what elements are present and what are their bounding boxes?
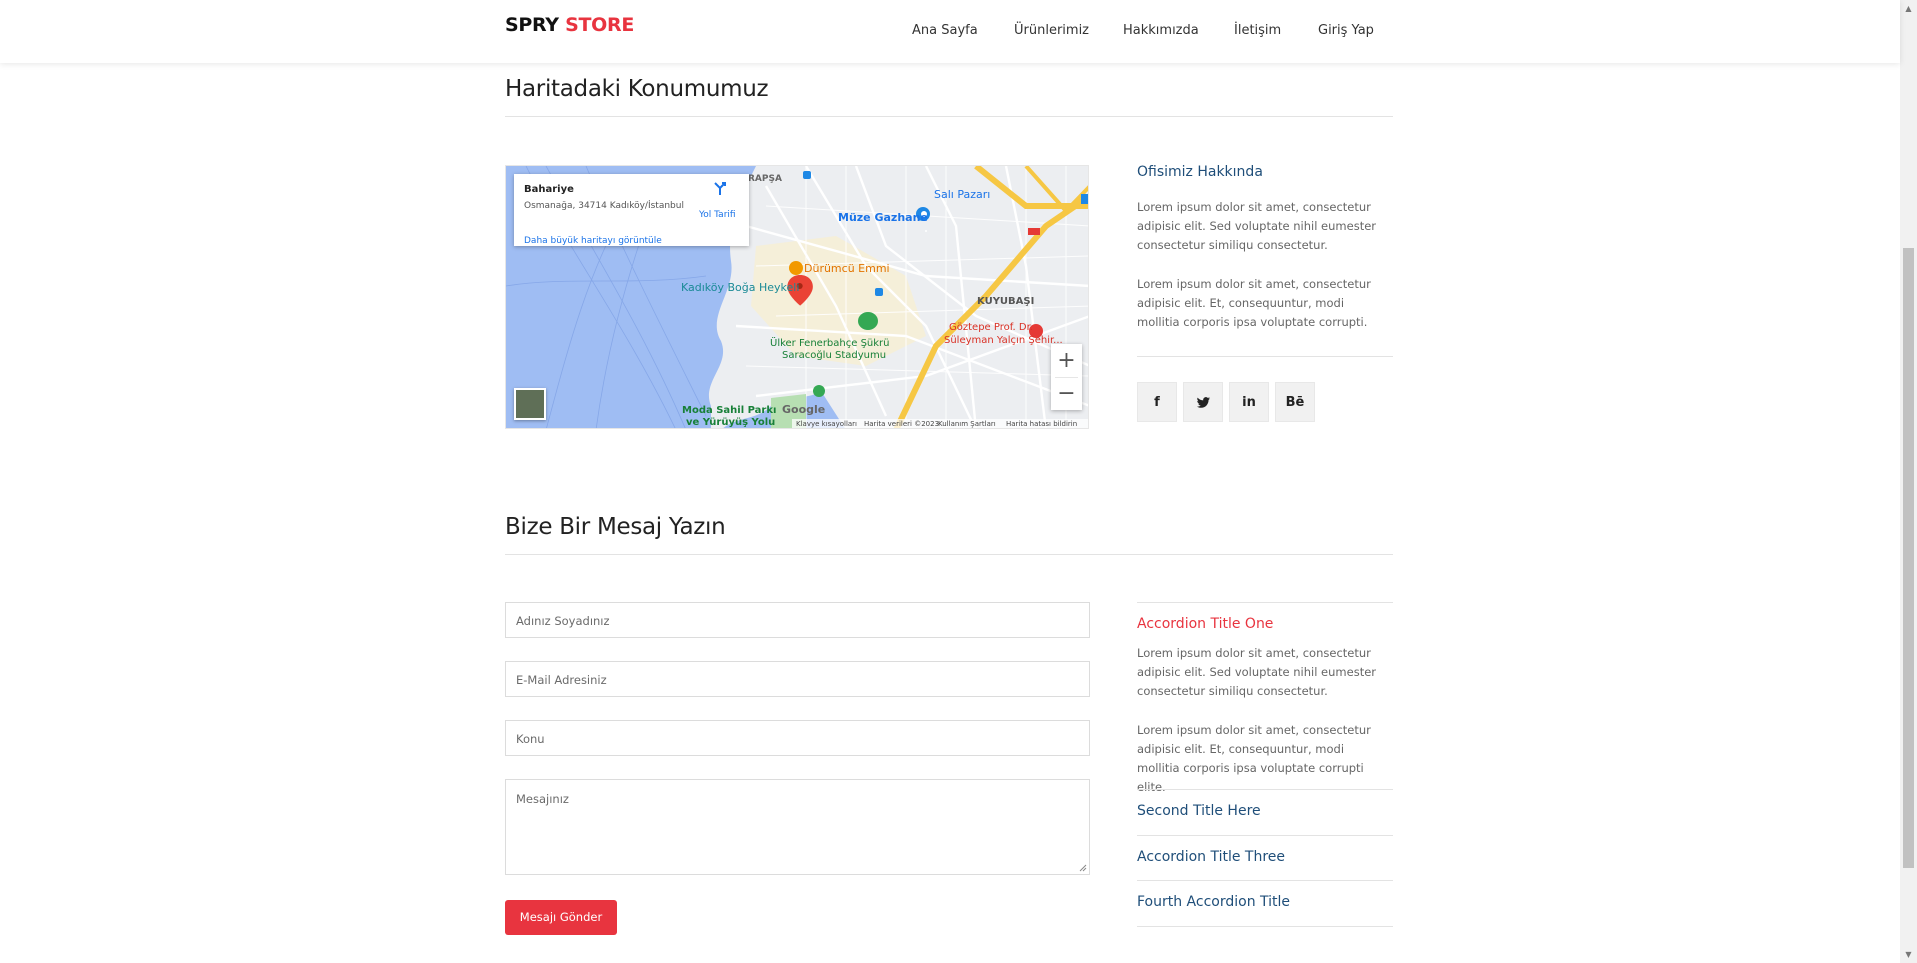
office-paragraph-1: Lorem ipsum dolor sit amet, consectetur … <box>1137 200 1377 252</box>
message-placeholder: Mesajınız <box>516 792 569 806</box>
name-field[interactable]: Adınız Soyadınız <box>505 602 1090 638</box>
directions-link[interactable]: Yol Tarifi <box>699 210 736 220</box>
nav-item-about[interactable]: Hakkımızda <box>1123 23 1199 38</box>
facebook-icon[interactable]: f <box>1137 382 1177 422</box>
subject-field[interactable]: Konu <box>505 720 1090 756</box>
nav-item-home[interactable]: Ana Sayfa <box>912 23 978 38</box>
map-footer: Klavye kısayolları Harita verileri ©2023… <box>792 419 1088 428</box>
office-title: Ofisimiz Hakkında <box>1137 164 1263 180</box>
accordion-divider <box>1137 602 1393 603</box>
nav-item-login[interactable]: Giriş Yap <box>1318 23 1374 38</box>
map-address: Osmanağa, 34714 Kadıköy/İstanbul <box>524 201 684 211</box>
site-header: SPRY STORE Ana Sayfa Ürünlerimiz Hakkımı… <box>0 0 1900 63</box>
map-zoom-control: + − <box>1051 344 1082 410</box>
divider <box>1137 356 1393 357</box>
accordion-title-1[interactable]: Accordion Title One <box>1137 616 1273 632</box>
email-field[interactable]: E-Mail Adresiniz <box>505 661 1090 697</box>
map-label-durumcu: Dürümcü Emmi <box>804 262 890 275</box>
map-label-stadium: Ülker Fenerbahçe Şükrü <box>770 336 890 349</box>
scroll-up-arrow-icon[interactable]: ▲ <box>1900 0 1917 17</box>
map-section-title: Haritadaki Konumumuz <box>505 76 769 102</box>
accordion-divider <box>1137 880 1393 881</box>
contact-section-title: Bize Bir Mesaj Yazın <box>505 514 726 540</box>
accordion-1-paragraph-1: Lorem ipsum dolor sit amet, consectetur … <box>1137 646 1377 698</box>
office-paragraph-2: Lorem ipsum dolor sit amet, consectetur … <box>1137 277 1371 329</box>
accordion-title-4[interactable]: Fourth Accordion Title <box>1137 894 1290 910</box>
map-footer-terms[interactable]: Kullanım Şartları <box>938 420 996 428</box>
map-label-boga: Kadıköy Boğa Heykeli <box>681 281 799 294</box>
map-footer-data: Harita verileri ©2023 <box>864 420 940 428</box>
map-label-goztepe: Göztepe Prof. Dr. <box>949 322 1033 333</box>
map-label-sali-pazari: Salı Pazarı <box>934 188 990 201</box>
scroll-down-arrow-icon[interactable]: ▼ <box>1900 946 1917 963</box>
map-label-gazhane: Müze Gazhane <box>838 211 928 224</box>
send-message-button[interactable]: Mesajı Gönder <box>505 900 617 935</box>
accordion-title-3[interactable]: Accordion Title Three <box>1137 849 1285 865</box>
accordion-title-2[interactable]: Second Title Here <box>1137 803 1261 819</box>
divider <box>505 116 1393 117</box>
google-logo: Google <box>782 403 826 416</box>
map-footer-report[interactable]: Harita hatası bildirin <box>1006 420 1077 428</box>
twitter-icon[interactable] <box>1183 382 1223 422</box>
map-label-kuyubasi: KUYUBAŞI <box>977 296 1034 307</box>
resize-handle-icon[interactable] <box>1079 864 1087 872</box>
map-label-stadium-2: Saracoğlu Stadyumu <box>782 349 886 361</box>
map-place-name: Bahariye <box>524 184 574 195</box>
email-placeholder: E-Mail Adresiniz <box>516 673 607 687</box>
subject-placeholder: Konu <box>516 732 545 746</box>
scrollbar-thumb[interactable] <box>1903 248 1914 868</box>
logo-part-1: SPRY <box>505 14 559 36</box>
map-label-rapsa: RAPŞA <box>748 174 782 184</box>
accordion-divider <box>1137 789 1393 790</box>
map-label-goztepe-2: Süleyman Yalçın Şehir... <box>944 335 1063 346</box>
directions-icon[interactable] <box>712 180 728 196</box>
zoom-in-button[interactable]: + <box>1051 344 1082 377</box>
message-textarea[interactable]: Mesajınız <box>505 779 1090 875</box>
map-label-moda-2: ve Yürüyüş Yolu <box>686 417 775 428</box>
map-footer-shortcuts[interactable]: Klavye kısayolları <box>796 420 857 428</box>
accordion-divider <box>1137 835 1393 836</box>
map-info-card: Bahariye Osmanağa, 34714 Kadıköy/İstanbu… <box>514 174 749 246</box>
logo[interactable]: SPRY STORE <box>505 14 634 36</box>
nav-item-products[interactable]: Ürünlerimiz <box>1014 23 1089 38</box>
nav-item-contact[interactable]: İletişim <box>1234 23 1281 38</box>
bigger-map-link[interactable]: Daha büyük haritayı görüntüle <box>524 236 662 246</box>
zoom-out-button[interactable]: − <box>1051 377 1082 410</box>
divider <box>505 554 1393 555</box>
accordion-divider <box>1137 926 1393 927</box>
name-placeholder: Adınız Soyadınız <box>516 614 610 628</box>
map-label-moda: Moda Sahil Parkı <box>682 405 776 416</box>
accordion-1-paragraph-2: Lorem ipsum dolor sit amet, consectetur … <box>1137 723 1371 794</box>
logo-part-2: STORE <box>565 14 634 36</box>
linkedin-icon[interactable]: in <box>1229 382 1269 422</box>
behance-icon[interactable]: Bē <box>1275 382 1315 422</box>
satellite-toggle[interactable] <box>514 388 546 420</box>
embedded-map[interactable]: Müze Gazhane Salı Pazarı Dürümcü Emmi Ka… <box>505 165 1089 429</box>
